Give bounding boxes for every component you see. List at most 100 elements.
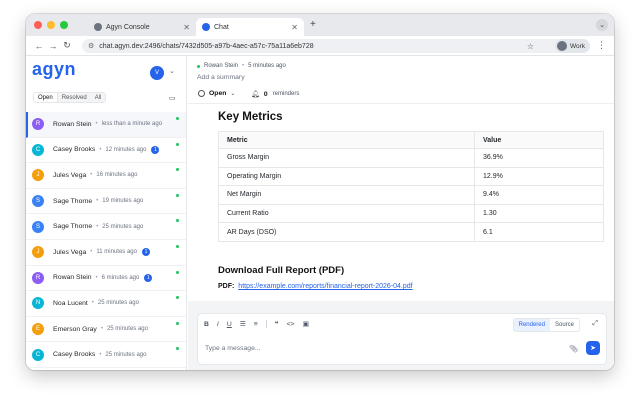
- list-item[interactable]: R Rowan Stein • 6 minutes ago 1: [26, 266, 186, 292]
- participant-line: Rowan Stein • 5 minutes ago: [197, 63, 286, 69]
- tab-strip: Agyn Console ✕ Chat ✕ + ⌄: [26, 14, 614, 36]
- unread-badge: 1: [141, 248, 150, 257]
- value-cell: 1.30: [474, 203, 604, 224]
- chat-favicon-icon: [202, 23, 210, 31]
- online-status-icon: [176, 296, 179, 300]
- back-arrow-icon[interactable]: ←: [32, 41, 46, 51]
- close-icon[interactable]: ✕: [291, 23, 298, 32]
- user-avatar[interactable]: V: [150, 66, 164, 80]
- filter-resolved[interactable]: Resolved: [57, 93, 91, 102]
- add-summary-link[interactable]: Add a summary: [197, 74, 245, 81]
- timestamp: 25 minutes ago: [105, 351, 147, 358]
- paperclip-icon[interactable]: 📎︎: [569, 345, 578, 353]
- status-dropdown[interactable]: Open ⌄: [198, 90, 235, 97]
- bullet-list-icon[interactable]: ☰: [240, 320, 246, 328]
- close-icon[interactable]: ✕: [183, 23, 190, 32]
- chevron-down-icon[interactable]: ⌄: [169, 67, 175, 75]
- conversation-list: R Rowan Stein • less than a minute ago C…: [26, 112, 186, 368]
- quote-icon[interactable]: ❝: [275, 320, 279, 328]
- mode-source[interactable]: Source: [550, 319, 579, 331]
- chat-panel: Rowan Stein • 5 minutes ago Add a summar…: [188, 56, 614, 370]
- filter-open[interactable]: Open: [34, 93, 58, 102]
- timestamp: 19 minutes ago: [102, 198, 144, 205]
- value-cell: 12.9%: [474, 166, 604, 187]
- expand-icon[interactable]: ⤢: [592, 320, 598, 328]
- pdf-link[interactable]: https://example.com/reports/financial-re…: [238, 283, 412, 290]
- separator-dot: •: [99, 146, 102, 153]
- tab-agyn-console[interactable]: Agyn Console ✕: [88, 18, 196, 36]
- maximize-window-button[interactable]: [60, 21, 68, 29]
- browser-menu-icon[interactable]: ⋮: [597, 40, 606, 51]
- profile-avatar: [556, 41, 567, 51]
- avatar: S: [32, 220, 44, 233]
- reload-icon[interactable]: ↻: [60, 40, 74, 51]
- avatar: R: [32, 271, 44, 284]
- metric-cell: Net Margin: [218, 185, 475, 205]
- list-item[interactable]: C Casey Brooks • 25 minutes ago: [26, 342, 186, 368]
- separator-dot: •: [99, 351, 102, 358]
- separator-dot: •: [95, 274, 98, 281]
- avatar: N: [32, 297, 44, 310]
- code-icon[interactable]: <>: [286, 320, 294, 328]
- separator-dot: •: [242, 63, 245, 69]
- download-heading: Download Full Report (PDF): [218, 265, 345, 276]
- avatar: R: [32, 118, 44, 131]
- avatar: C: [32, 348, 44, 361]
- underline-icon[interactable]: U: [227, 321, 232, 328]
- list-item[interactable]: S Sage Thorne • 25 minutes ago: [26, 214, 186, 240]
- bold-icon[interactable]: B: [204, 321, 209, 328]
- browser-window: Agyn Console ✕ Chat ✕ + ⌄ ← → ↻ ⚙ chat.a…: [26, 14, 614, 370]
- value-cell: 6.1: [474, 222, 604, 242]
- table-row: Current Ratio 1.30: [218, 203, 604, 224]
- contact-name: Emerson Gray: [53, 325, 97, 333]
- list-item[interactable]: R Rowan Stein • less than a minute ago: [26, 112, 186, 138]
- list-item[interactable]: C Casey Brooks • 12 minutes ago 1: [26, 138, 186, 164]
- online-status-icon: [176, 347, 179, 351]
- tab-search-chevron-icon[interactable]: ⌄: [596, 19, 608, 31]
- contact-name: Noa Lucent: [53, 299, 88, 307]
- mode-rendered[interactable]: Rendered: [513, 319, 550, 331]
- browser-toolbar: ← → ↻ ⚙ chat.agyn.dev:2496/chats/7432d50…: [26, 36, 614, 56]
- list-item[interactable]: N Noa Lucent • 25 minutes ago: [26, 291, 186, 317]
- message-input[interactable]: [205, 345, 545, 352]
- online-status-icon: [176, 270, 179, 274]
- numbered-list-icon[interactable]: ≡: [254, 321, 258, 328]
- message-composer: B I U ☰ ≡ ❝ <> ▣ Rendered Source ⤢ Type …: [197, 313, 607, 365]
- minimize-window-button[interactable]: [47, 21, 55, 29]
- online-status-icon: [176, 168, 179, 172]
- close-window-button[interactable]: [34, 21, 42, 29]
- participant-time: 5 minutes ago: [248, 63, 286, 69]
- list-item[interactable]: E Emerson Gray • 25 minutes ago: [26, 317, 186, 343]
- avatar: J: [32, 246, 44, 259]
- timestamp: 25 minutes ago: [106, 326, 148, 333]
- online-status-icon: [176, 193, 179, 197]
- avatar: E: [32, 323, 44, 336]
- status-circle-icon: [198, 90, 205, 97]
- pdf-line: PDF: https://example.com/reports/financi…: [218, 283, 413, 290]
- code-block-icon[interactable]: ▣: [303, 320, 309, 328]
- contact-name: Casey Brooks: [53, 351, 96, 359]
- profile-button[interactable]: Work: [554, 39, 590, 53]
- reminders-count: 0: [263, 90, 268, 98]
- italic-icon[interactable]: I: [217, 321, 219, 328]
- filter-all[interactable]: All: [90, 93, 106, 102]
- list-item[interactable]: S Sage Thorne • 19 minutes ago: [26, 189, 186, 215]
- formatting-toolbar: B I U ☰ ≡ ❝ <> ▣: [204, 320, 309, 328]
- reminders-button[interactable]: 🔔︎ 0 reminders: [251, 90, 299, 99]
- chat-header: Rowan Stein • 5 minutes ago Add a summar…: [188, 56, 614, 104]
- new-chat-icon[interactable]: ▭: [169, 94, 176, 102]
- online-status-icon: [176, 244, 179, 248]
- contact-name: Rowan Stein: [53, 274, 92, 282]
- new-tab-plus-icon[interactable]: +: [310, 19, 316, 30]
- tab-chat[interactable]: Chat ✕: [196, 18, 304, 36]
- list-item[interactable]: J Jules Vega • 11 minutes ago 1: [26, 240, 186, 266]
- send-button[interactable]: ➤: [586, 341, 600, 355]
- address-bar[interactable]: ⚙ chat.agyn.dev:2496/chats/7432d505-a97b…: [82, 39, 582, 53]
- forward-arrow-icon[interactable]: →: [46, 41, 60, 51]
- site-settings-icon[interactable]: ⚙: [88, 42, 94, 50]
- online-status-icon: [176, 219, 179, 223]
- separator-dot: •: [90, 249, 93, 256]
- bookmark-star-icon[interactable]: ☆: [527, 42, 534, 51]
- list-item[interactable]: J Jules Vega • 16 minutes ago: [26, 163, 186, 189]
- metric-cell: AR Days (DSO): [218, 222, 475, 242]
